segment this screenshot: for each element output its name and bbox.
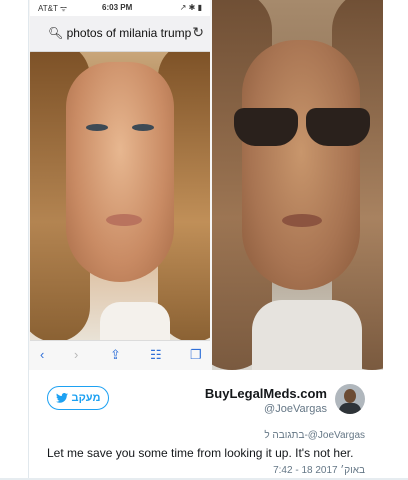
safari-toolbar: ‹ › ⇪ ☷ ❐ [30,340,210,370]
tweet-text: Let me save you some time from looking i… [47,446,354,460]
bookmarks-icon: ☷ [150,347,162,362]
twitter-bird-icon [55,393,68,403]
author-display-name[interactable]: BuyLegalMeds.com [205,386,327,401]
embedded-tweet: AT&T ᯤ 6:03 PM ↗ ✱ ▮ 🔍︎ photos of milani… [28,0,383,480]
author-handle[interactable]: @JoeVargas [264,403,327,415]
share-icon: ⇪ [110,347,121,362]
portrait-photo-left [30,52,210,340]
back-icon: ‹ [40,347,45,362]
safari-search-bar: 🔍︎ photos of milania trump ↻ [30,16,210,52]
tabs-icon: ❐ [190,347,202,362]
portrait-photo-right [212,0,383,370]
search-query-row: 🔍︎ photos of milania trump [48,26,191,40]
battery-icon: ↗ ✱ ▮ [179,3,202,12]
carrier-label: AT&T ᯤ [38,4,68,13]
avatar[interactable] [335,384,365,414]
forward-icon: › [74,347,79,362]
search-query-text: photos of milania trump [66,26,192,40]
phone-status-bar: AT&T ᯤ 6:03 PM ↗ ✱ ▮ [30,0,210,16]
follow-button[interactable]: מעקב [47,386,109,410]
phone-screenshot: AT&T ᯤ 6:03 PM ↗ ✱ ▮ 🔍︎ photos of milani… [30,0,210,370]
tweet-timestamp[interactable]: 7:42 - 18 באוק׳ 2017 [273,465,365,476]
follow-label: מעקב [71,392,101,404]
reload-icon: ↻ [192,24,204,40]
status-time: 6:03 PM [102,3,133,12]
reply-context[interactable]: בתגובה ל-@JoeVargas [264,430,365,441]
search-icon: 🔍︎ [48,26,64,40]
tweet-card: מעקב BuyLegalMeds.com @JoeVargas בתגובה … [29,370,383,480]
sunglasses-shape [234,108,374,148]
tweet-media[interactable]: AT&T ᯤ 6:03 PM ↗ ✱ ▮ 🔍︎ photos of milani… [29,0,383,370]
